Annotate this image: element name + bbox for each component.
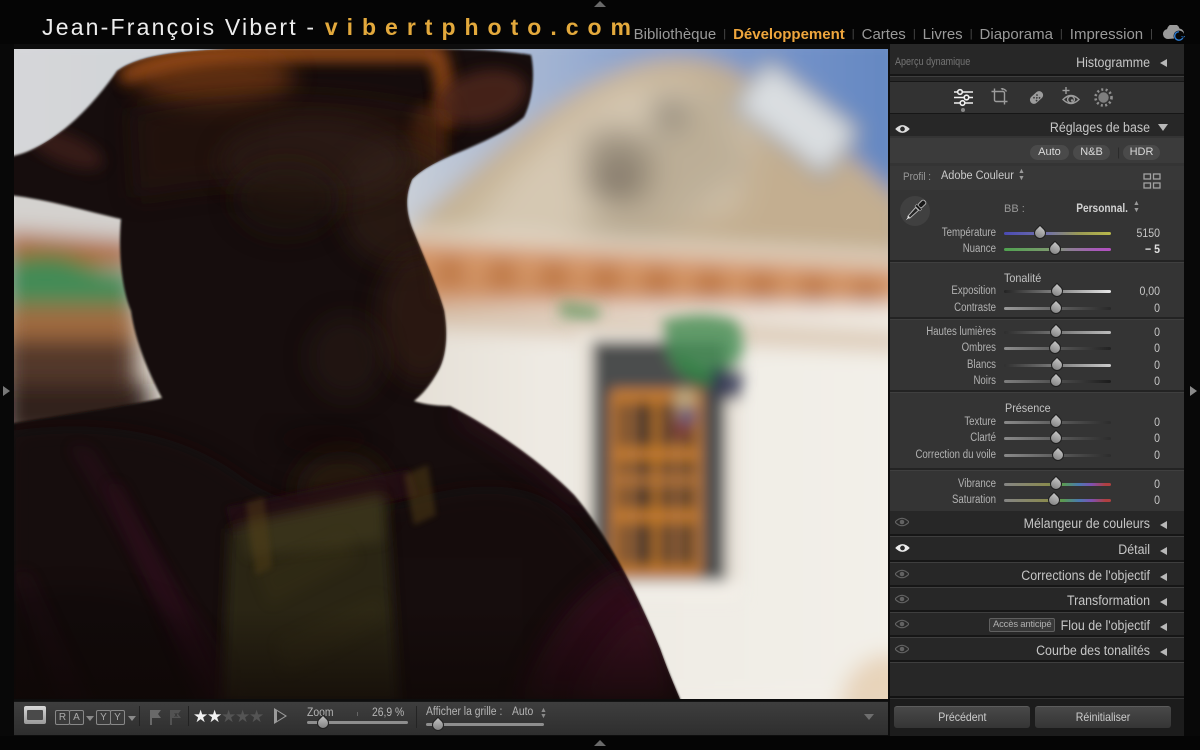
svg-text:x: x bbox=[174, 712, 178, 719]
